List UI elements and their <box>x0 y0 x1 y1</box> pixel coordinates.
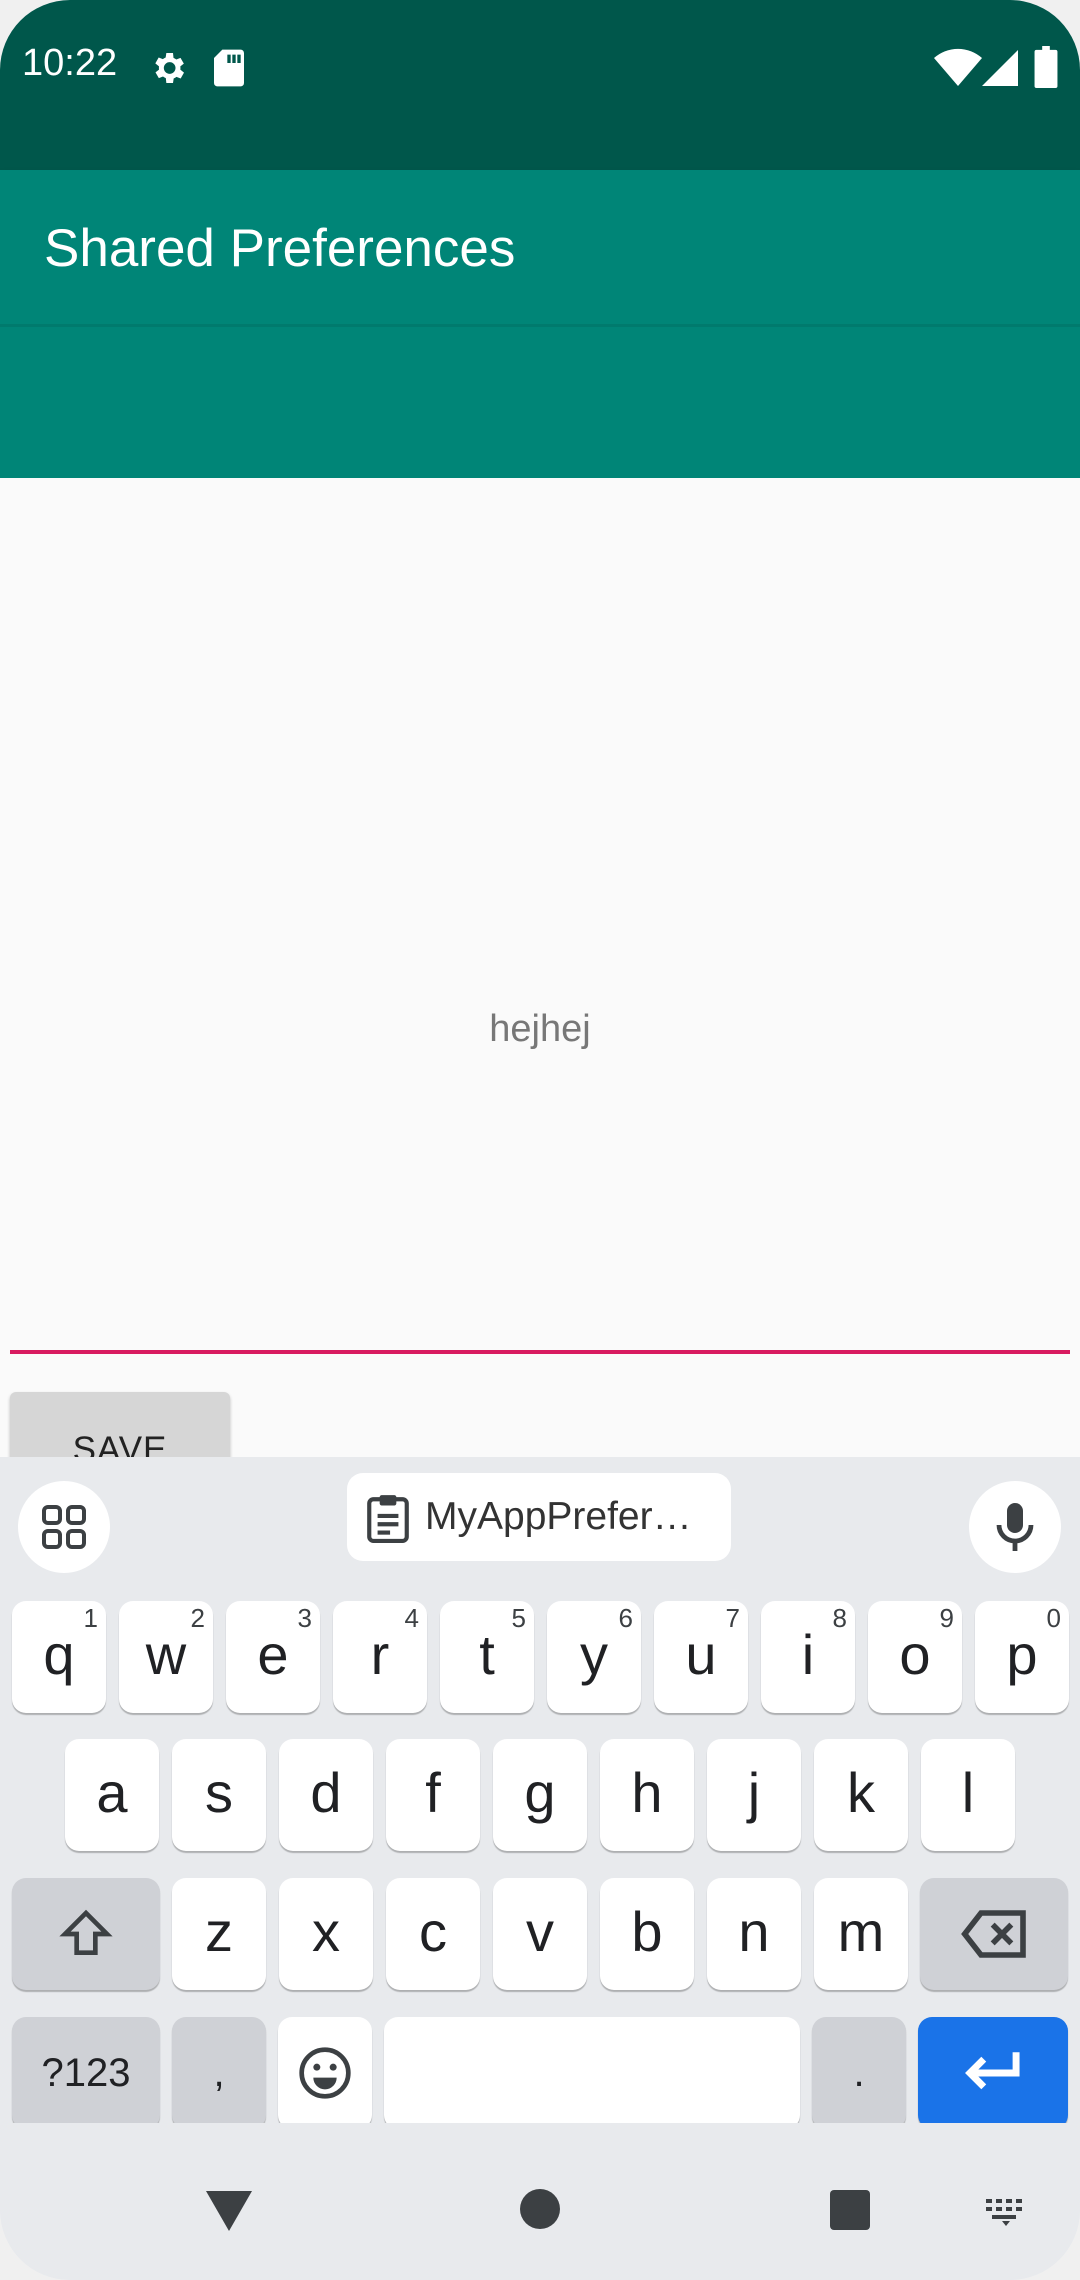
key-hint: 9 <box>939 1603 954 1633</box>
key-r[interactable]: r4 <box>333 1601 427 1713</box>
key-hint: 6 <box>618 1603 633 1633</box>
key-hint: 7 <box>725 1603 740 1633</box>
enter-icon <box>965 2052 1020 2090</box>
voice-input-button[interactable] <box>969 1481 1061 1573</box>
key-hint: 3 <box>297 1603 312 1633</box>
period-key[interactable]: . <box>812 2017 906 2129</box>
gear-icon <box>148 48 188 93</box>
key-hint: 0 <box>1046 1603 1061 1633</box>
comma-key-label: , <box>213 2051 225 2095</box>
spacebar-key[interactable] <box>384 2017 800 2129</box>
key-hint: 5 <box>511 1603 526 1633</box>
key-label: g <box>524 1761 556 1824</box>
shift-icon <box>59 1909 113 1955</box>
key-label: n <box>738 1900 770 1963</box>
key-f[interactable]: f <box>386 1739 480 1851</box>
comma-key[interactable]: , <box>172 2017 266 2129</box>
recents-icon[interactable] <box>828 2188 872 2232</box>
back-icon[interactable] <box>204 2189 254 2233</box>
backspace-key[interactable] <box>920 1878 1068 1990</box>
key-label: k <box>847 1761 875 1824</box>
status-time: 10:22 <box>22 42 118 84</box>
key-m[interactable]: m <box>814 1878 908 1990</box>
key-a[interactable]: a <box>65 1739 159 1851</box>
microphone-icon <box>996 1503 1034 1551</box>
symbols-key[interactable]: ?123 <box>12 2017 160 2129</box>
home-icon[interactable] <box>518 2187 562 2231</box>
key-t[interactable]: t5 <box>440 1601 534 1713</box>
phone-screen: 10:22 Shared Preferences hejhej SAVE MyA… <box>0 0 1080 2280</box>
system-navigation-bar <box>0 2123 1080 2280</box>
key-w[interactable]: w2 <box>119 1601 213 1713</box>
wifi-icon <box>934 48 982 93</box>
key-j[interactable]: j <box>707 1739 801 1851</box>
key-z[interactable]: z <box>172 1878 266 1990</box>
enter-key[interactable] <box>918 2017 1068 2129</box>
grid-icon <box>42 1505 86 1549</box>
key-label: d <box>310 1761 342 1824</box>
key-hint: 8 <box>832 1603 847 1633</box>
battery-icon <box>1034 46 1058 93</box>
shift-key[interactable] <box>12 1878 160 1990</box>
clipboard-suggestion-text: MyAppPrefer… <box>425 1495 692 1538</box>
key-c[interactable]: c <box>386 1878 480 1990</box>
key-label: v <box>526 1900 554 1963</box>
clipboard-icon <box>367 1495 409 1543</box>
key-x[interactable]: x <box>279 1878 373 1990</box>
key-v[interactable]: v <box>493 1878 587 1990</box>
status-bar: 10:22 <box>0 0 1080 170</box>
key-label: a <box>96 1761 128 1824</box>
key-label: b <box>631 1900 663 1963</box>
emoji-key[interactable] <box>278 2017 372 2129</box>
key-p[interactable]: p0 <box>975 1601 1069 1713</box>
period-key-label: . <box>853 2051 865 2095</box>
key-l[interactable]: l <box>921 1739 1015 1851</box>
key-q[interactable]: q1 <box>12 1601 106 1713</box>
emoji-icon <box>299 2047 351 2099</box>
keyboard-switch-icon[interactable] <box>984 2197 1030 2227</box>
app-bar: Shared Preferences <box>0 170 1080 478</box>
text-field-underline <box>10 1350 1070 1354</box>
symbols-key-label: ?123 <box>41 2051 131 2095</box>
key-u[interactable]: u7 <box>654 1601 748 1713</box>
key-hint: 4 <box>404 1603 419 1633</box>
sd-card-icon <box>212 48 246 93</box>
cell-signal-icon <box>980 48 1020 93</box>
key-y[interactable]: y6 <box>547 1601 641 1713</box>
key-i[interactable]: i8 <box>761 1601 855 1713</box>
key-hint: 1 <box>83 1603 98 1633</box>
key-d[interactable]: d <box>279 1739 373 1851</box>
key-b[interactable]: b <box>600 1878 694 1990</box>
preference-text-value[interactable]: hejhej <box>10 1008 1070 1051</box>
key-label: s <box>205 1761 233 1824</box>
key-h[interactable]: h <box>600 1739 694 1851</box>
key-s[interactable]: s <box>172 1739 266 1851</box>
key-label: h <box>631 1761 663 1824</box>
keyboard-apps-button[interactable] <box>18 1481 110 1573</box>
key-hint: 2 <box>190 1603 205 1633</box>
key-label: l <box>961 1761 975 1824</box>
app-bar-divider <box>0 324 1080 327</box>
page-title: Shared Preferences <box>44 219 516 278</box>
key-label: z <box>205 1900 233 1963</box>
preference-text-field[interactable]: hejhej <box>10 478 1070 1354</box>
key-label: j <box>747 1761 761 1824</box>
key-k[interactable]: k <box>814 1739 908 1851</box>
key-g[interactable]: g <box>493 1739 587 1851</box>
clipboard-suggestion-chip[interactable]: MyAppPrefer… <box>347 1473 731 1561</box>
backspace-icon <box>961 1910 1026 1958</box>
key-label: x <box>312 1900 340 1963</box>
key-o[interactable]: o9 <box>868 1601 962 1713</box>
key-label: c <box>419 1900 447 1963</box>
key-label: f <box>425 1761 441 1824</box>
key-e[interactable]: e3 <box>226 1601 320 1713</box>
key-n[interactable]: n <box>707 1878 801 1990</box>
main-content: hejhej SAVE <box>0 478 1080 1472</box>
key-label: m <box>837 1900 885 1963</box>
